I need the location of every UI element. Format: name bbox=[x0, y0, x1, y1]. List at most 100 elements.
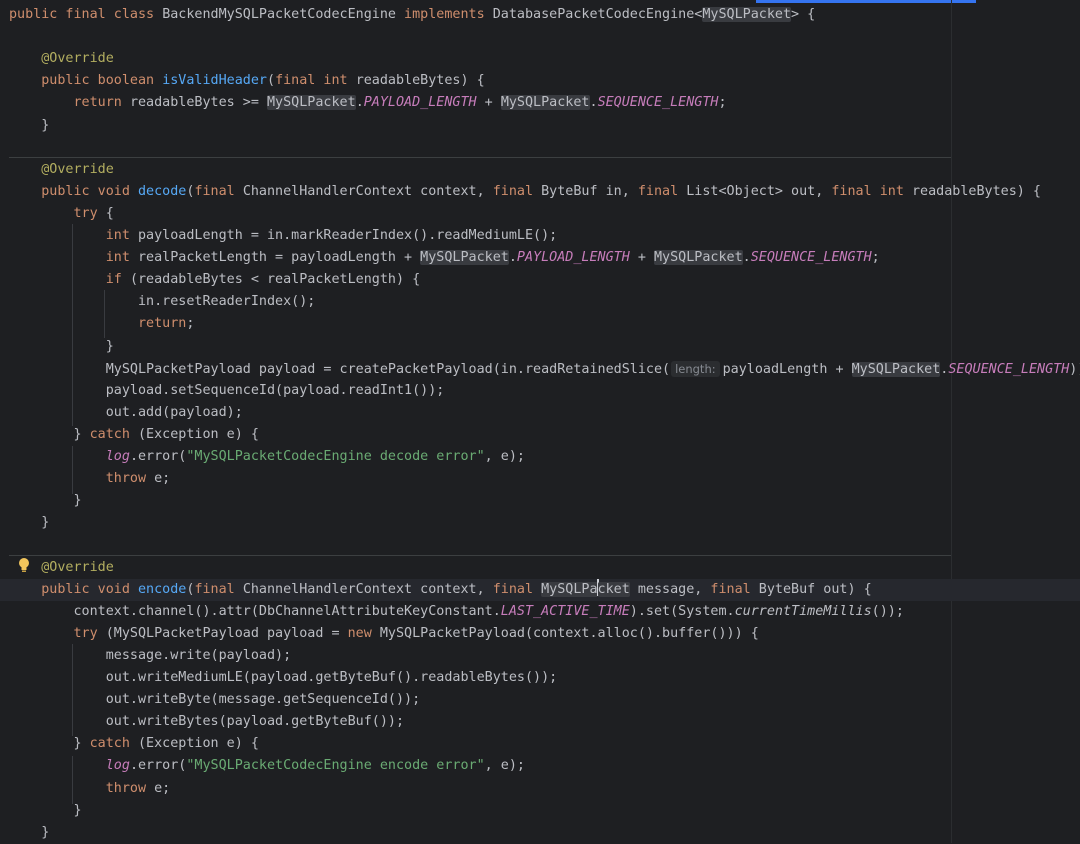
code-token: { bbox=[105, 205, 114, 221]
code-token: , e); bbox=[484, 758, 525, 774]
code-token: ( bbox=[267, 73, 276, 89]
code-token: .error( bbox=[129, 758, 187, 774]
code-token: final bbox=[710, 581, 759, 597]
code-line[interactable]: @Override bbox=[9, 159, 114, 181]
code-token: try bbox=[73, 625, 106, 641]
code-line[interactable]: payload.setSequenceId(payload.readInt1()… bbox=[9, 380, 445, 402]
code-line[interactable]: } bbox=[9, 115, 49, 137]
code-token: payloadLength + bbox=[722, 361, 852, 377]
code-line[interactable]: out.add(payload); bbox=[9, 402, 243, 424]
code-token: , e); bbox=[484, 449, 525, 464]
code-token: new bbox=[347, 625, 380, 641]
code-line[interactable]: } bbox=[9, 490, 82, 512]
scroll-position-indicator bbox=[756, 0, 976, 3]
code-token: catch bbox=[89, 736, 138, 752]
code-line[interactable]: out.writeByte(message.getSequenceId()); bbox=[9, 689, 420, 711]
code-token: encode bbox=[138, 581, 187, 597]
code-token: readableBytes >= bbox=[129, 95, 267, 111]
code-token: } bbox=[9, 515, 50, 531]
code-line[interactable]: return readableBytes >= MySQLPacket.PAYL… bbox=[9, 92, 727, 114]
code-token: } bbox=[9, 117, 50, 133]
code-token: . bbox=[508, 250, 517, 266]
code-token: log bbox=[105, 449, 130, 464]
code-token: throw bbox=[105, 471, 155, 487]
right-margin-guide bbox=[951, 0, 952, 843]
code-token: @Override bbox=[41, 559, 114, 575]
code-line[interactable]: try { bbox=[9, 203, 114, 225]
code-line[interactable]: } catch (Exception e) { bbox=[9, 424, 259, 446]
code-token: ChannelHandlerContext context, bbox=[242, 183, 493, 199]
code-token: public final class bbox=[9, 7, 163, 22]
code-line[interactable]: out.writeBytes(payload.getByteBuf()); bbox=[9, 711, 404, 733]
code-line[interactable]: public void decode(final ChannelHandlerC… bbox=[9, 181, 1041, 203]
code-token: @Override bbox=[41, 161, 114, 177]
code-token: )); bbox=[1069, 361, 1080, 377]
code-token: if bbox=[105, 272, 130, 288]
code-token: "MySQLPacketCodecEngine encode error" bbox=[186, 758, 485, 774]
code-token: } bbox=[9, 802, 82, 818]
code-editor[interactable]: public final class BackendMySQLPacketCod… bbox=[0, 0, 1080, 843]
code-line[interactable]: } bbox=[9, 336, 114, 358]
code-token: final bbox=[492, 183, 542, 199]
code-token: payloadLength = in.markReaderIndex().rea… bbox=[138, 228, 558, 243]
code-line[interactable]: } catch (Exception e) { bbox=[9, 733, 259, 755]
code-token: log bbox=[105, 758, 130, 774]
code-line[interactable]: if (readableBytes < realPacketLength) { bbox=[9, 269, 420, 291]
code-token: ; bbox=[871, 250, 880, 266]
code-line[interactable]: context.channel().attr(DbChannelAttribut… bbox=[9, 601, 903, 623]
code-token: final int bbox=[275, 73, 356, 89]
code-line[interactable]: message.write(payload); bbox=[9, 645, 291, 667]
code-token: SEQUENCE_LENGTH bbox=[597, 95, 719, 111]
code-line[interactable]: log.error("MySQLPacketCodecEngine encode… bbox=[9, 755, 525, 777]
code-line[interactable]: int realPacketLength = payloadLength + M… bbox=[9, 247, 880, 269]
code-token: realPacketLength = payloadLength + bbox=[138, 250, 421, 266]
code-token: final bbox=[492, 581, 542, 597]
code-token: out.writeMediumLE(payload.getByteBuf().r… bbox=[9, 670, 558, 685]
code-line[interactable]: return; bbox=[9, 313, 194, 335]
code-token: public void bbox=[41, 183, 138, 199]
code-token: message, bbox=[629, 581, 711, 597]
code-token: MySQLPacket bbox=[702, 7, 792, 22]
code-line[interactable]: public final class BackendMySQLPacketCod… bbox=[9, 4, 815, 26]
code-line[interactable]: public void encode(final ChannelHandlerC… bbox=[9, 578, 872, 601]
method-separator bbox=[9, 157, 951, 158]
code-token: ).set(System. bbox=[629, 603, 735, 619]
code-token: SEQUENCE_LENGTH bbox=[750, 250, 872, 266]
code-token: implements bbox=[404, 7, 493, 22]
code-token: readableBytes) { bbox=[355, 73, 485, 89]
code-line[interactable]: int payloadLength = in.markReaderIndex()… bbox=[9, 225, 557, 247]
code-line[interactable]: } bbox=[9, 800, 82, 822]
code-line[interactable]: MySQLPacketPayload payload = createPacke… bbox=[9, 358, 1080, 380]
code-line[interactable]: } bbox=[9, 822, 49, 844]
code-token: int bbox=[105, 250, 138, 266]
code-line[interactable]: throw e; bbox=[9, 778, 171, 800]
code-token: final bbox=[637, 183, 687, 199]
code-token: ByteBuf in, bbox=[541, 183, 638, 199]
code-line[interactable]: throw e; bbox=[9, 468, 171, 490]
code-token: try bbox=[73, 205, 106, 221]
code-token: + bbox=[629, 250, 654, 266]
code-token: in.resetReaderIndex(); bbox=[9, 294, 316, 310]
code-token: (Exception e) { bbox=[138, 426, 259, 442]
code-token: readableBytes) { bbox=[911, 183, 1041, 199]
code-token: PAYLOAD_LENGTH bbox=[363, 95, 477, 111]
code-line[interactable]: @Override bbox=[9, 557, 114, 579]
code-line[interactable]: public boolean isValidHeader(final int r… bbox=[9, 70, 485, 92]
code-token: (MySQLPacketPayload payload = bbox=[105, 625, 348, 641]
code-line[interactable]: } bbox=[9, 512, 49, 534]
code-token: PAYLOAD_LENGTH bbox=[516, 250, 630, 266]
code-line[interactable]: out.writeMediumLE(payload.getByteBuf().r… bbox=[9, 667, 557, 689]
code-line[interactable]: @Override bbox=[9, 48, 114, 70]
code-line[interactable]: in.resetReaderIndex(); bbox=[9, 291, 315, 313]
code-token: } bbox=[9, 493, 82, 509]
code-token: throw bbox=[105, 780, 155, 796]
code-token: MySQLPacketPayload payload = createPacke… bbox=[9, 361, 671, 377]
code-line[interactable]: log.error("MySQLPacketCodecEngine decode… bbox=[9, 446, 525, 468]
code-token: currentTimeMillis bbox=[734, 603, 872, 619]
code-token: (Exception e) { bbox=[138, 736, 259, 752]
code-line[interactable]: try (MySQLPacketPayload payload = new My… bbox=[9, 623, 759, 645]
code-token: out.writeBytes(payload.getByteBuf()); bbox=[9, 714, 405, 730]
